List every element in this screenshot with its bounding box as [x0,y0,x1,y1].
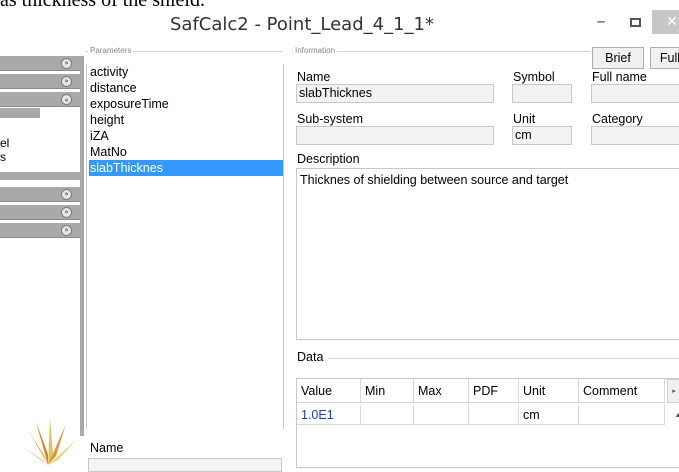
list-item[interactable]: height [89,112,283,128]
nav-separator [0,172,80,180]
name-filter-label: Name [90,441,124,455]
name-filter-input[interactable] [88,458,282,472]
chevron-down-icon[interactable]: » [61,225,72,236]
table-cell-max[interactable] [414,405,469,425]
list-item[interactable]: iZA [89,128,283,144]
column-header-max[interactable]: Max [414,379,469,403]
symbol-field[interactable] [512,84,572,103]
symbol-label: Symbol [513,70,555,84]
nav-section-6[interactable]: » [0,223,80,238]
data-group-border [328,358,679,359]
column-header-unit[interactable]: Unit [519,379,579,403]
chevron-up-icon[interactable]: » [61,94,72,105]
scroll-up-icon[interactable]: ▲ [671,405,679,425]
column-header-value[interactable]: Value [297,379,361,403]
parameters-group-label: Parameters [88,46,134,55]
nav-tab-shade [0,108,40,118]
nav-section-3[interactable]: » [0,92,80,107]
list-item[interactable]: distance [89,80,283,96]
subsystem-field[interactable] [296,126,494,145]
chevron-down-icon[interactable]: » [61,76,72,87]
maximize-icon [629,17,641,27]
nav-partial-label[interactable]: el [0,136,9,150]
nav-divider [80,56,84,436]
table-cell-unit[interactable]: cm [519,405,579,425]
column-header-pdf[interactable]: PDF [469,379,519,403]
nav-section-2[interactable]: » [0,74,80,89]
subsystem-label: Sub-system [297,112,363,126]
scroll-right-icon[interactable]: ▸ [667,379,679,403]
chevron-down-icon[interactable]: » [61,58,72,69]
category-field[interactable] [591,126,679,145]
nav-section-5[interactable]: » [0,205,80,220]
brief-button[interactable]: Brief [592,47,644,69]
nav-partial-label[interactable]: s [0,150,6,164]
list-item[interactable]: MatNo [89,144,283,160]
data-table[interactable]: Value Min Max PDF Unit Comment ▸ 1.0E1 c… [296,378,679,468]
left-nav-panel: » » » el s » » » [0,44,84,465]
column-header-min[interactable]: Min [361,379,414,403]
chevron-down-icon[interactable]: » [61,207,72,218]
unit-field[interactable]: cm [512,126,572,145]
table-cell-comment[interactable] [579,405,665,425]
parameters-list[interactable]: activity distance exposureTime height iZ… [86,64,284,429]
full-name-field[interactable] [591,84,679,103]
information-group-label: Information [293,46,338,55]
nav-section-4[interactable]: » [0,187,80,202]
table-cell-value[interactable]: 1.0E1 [297,405,361,425]
description-textarea[interactable]: Thicknes of shielding between source and… [296,168,679,340]
maximize-button[interactable] [618,10,652,34]
flower-image [22,418,76,465]
full-name-label: Full name [592,70,647,84]
column-header-comment[interactable]: Comment [579,379,665,403]
list-item[interactable]: exposureTime [89,96,283,112]
data-group-label: Data [297,350,324,364]
list-item[interactable]: activity [89,64,283,80]
minimize-button[interactable]: – [584,10,618,34]
full-button[interactable]: Full [650,47,679,69]
name-label: Name [297,70,331,84]
table-cell-min[interactable] [361,405,414,425]
nav-section-1[interactable]: » [0,56,80,71]
window-title: SafCalc2 - Point_Lead_4_1_1* [170,14,434,35]
close-button[interactable]: ✕ [652,10,679,34]
category-label: Category [592,112,643,126]
description-label: Description [297,152,360,166]
table-cell-pdf[interactable] [469,405,519,425]
unit-label: Unit [513,112,536,126]
name-field[interactable]: slabThicknes [296,84,494,103]
chevron-down-icon[interactable]: » [61,189,72,200]
list-item-selected[interactable]: slabThicknes [89,160,283,176]
